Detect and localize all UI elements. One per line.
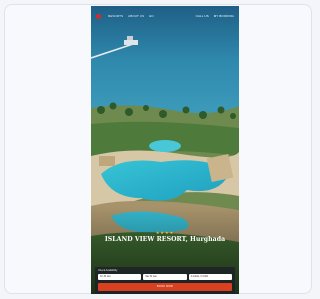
check-in-field[interactable]: Fri 30 Jan bbox=[98, 274, 142, 280]
resort-aerial-photo bbox=[91, 6, 239, 294]
top-navigation: RESORTS ABOUT US EN CALL US MY BOOKING bbox=[91, 6, 239, 26]
book-now-button[interactable]: BOOK NOW bbox=[98, 283, 232, 291]
nav-link-resorts[interactable]: RESORTS bbox=[108, 14, 123, 18]
nav-link-about[interactable]: ABOUT US bbox=[128, 14, 144, 18]
guests-field[interactable]: 2 Adults, 0 Child bbox=[188, 274, 232, 280]
booking-widget-title: Check Availability bbox=[98, 269, 118, 272]
hotel-name-heading: ISLAND VIEW RESORT, Hurghada bbox=[104, 236, 226, 243]
nav-link-booking[interactable]: MY BOOKING bbox=[214, 14, 234, 18]
hero-text: ★★★★ ISLAND VIEW RESORT, Hurghada bbox=[91, 230, 239, 244]
nav-link-language[interactable]: EN bbox=[149, 14, 153, 18]
mobile-page-preview: RESORTS ABOUT US EN CALL US MY BOOKING ★… bbox=[91, 6, 239, 294]
nav-link-call[interactable]: CALL US bbox=[196, 14, 209, 18]
booking-widget: Check Availability Fri 30 Jan Sat 31 Jan… bbox=[95, 267, 235, 294]
nav-right-group: CALL US MY BOOKING bbox=[196, 14, 234, 18]
check-out-field[interactable]: Sat 31 Jan bbox=[143, 274, 187, 280]
brand-logo[interactable] bbox=[96, 13, 101, 19]
booking-fields: Fri 30 Jan Sat 31 Jan 2 Adults, 0 Child bbox=[98, 274, 232, 280]
